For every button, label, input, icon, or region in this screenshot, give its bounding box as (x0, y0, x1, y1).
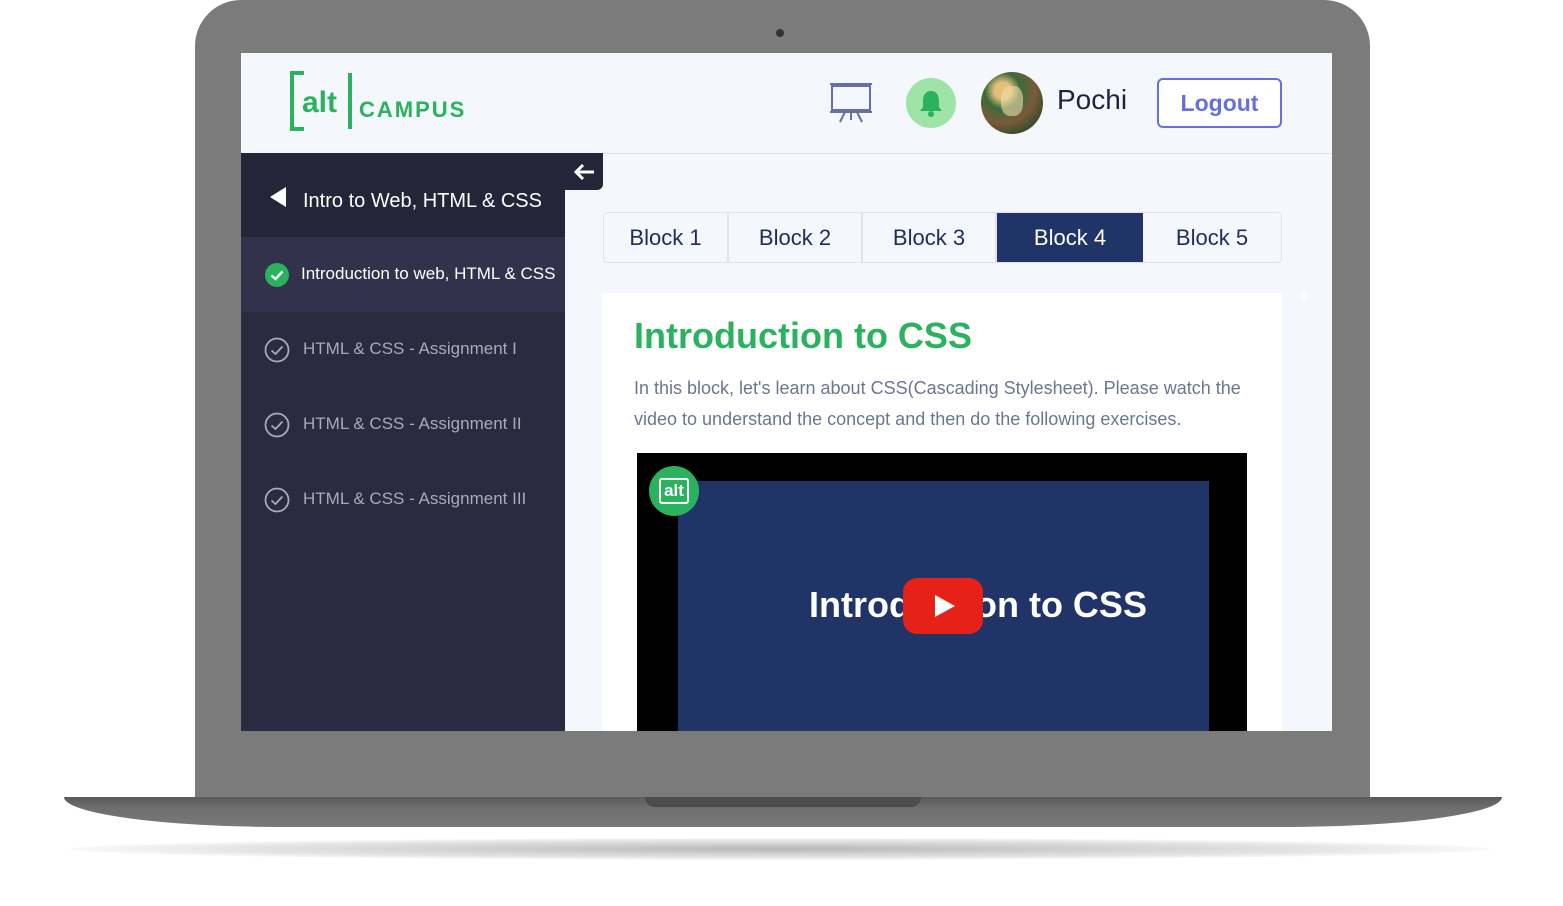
logout-button[interactable]: Logout (1157, 78, 1282, 128)
sidebar-item-assignment-2[interactable]: HTML & CSS - Assignment II (241, 387, 565, 462)
webcam (776, 29, 784, 37)
notifications-button[interactable] (906, 78, 956, 128)
arrow-left-icon (573, 163, 594, 180)
play-button[interactable] (903, 578, 983, 634)
sidebar-item-assignment-3[interactable]: HTML & CSS - Assignment III (241, 462, 565, 537)
laptop-shadow (70, 838, 1490, 860)
course-title: Intro to Web, HTML & CSS (303, 190, 542, 212)
back-arrow-icon[interactable] (270, 187, 286, 207)
content-card: Introduction to CSS In this block, let's… (603, 293, 1282, 731)
course-sidebar: Intro to Web, HTML & CSS Introduction to… (241, 153, 565, 731)
user-avatar[interactable] (981, 72, 1043, 134)
tab-block-3[interactable]: Block 3 (863, 213, 997, 262)
video-player[interactable]: Introduction to CSS alt (637, 453, 1247, 731)
tab-block-4[interactable]: Block 4 (997, 213, 1143, 262)
check-circle-icon (264, 487, 290, 518)
sidebar-item-label: HTML & CSS - Assignment I (303, 339, 517, 358)
tab-block-5[interactable]: Block 5 (1143, 213, 1281, 262)
sidebar-item-introduction[interactable]: Introduction to web, HTML & CSS (241, 237, 565, 312)
sidebar-item-label: Introduction to web, HTML & CSS (301, 264, 556, 283)
presentation-board-icon[interactable] (829, 82, 873, 129)
laptop-base-notch (645, 797, 921, 807)
completed-check-icon (264, 262, 290, 293)
block-description: In this block, let's learn about CSS(Cas… (634, 378, 1241, 429)
logo-campus-text: CAMPUS (359, 97, 467, 122)
bell-icon (920, 91, 942, 117)
block-title: Introduction to CSS (634, 315, 972, 356)
check-circle-icon (264, 412, 290, 443)
username: Pochi (1057, 84, 1128, 115)
check-circle-icon (264, 337, 290, 368)
collapse-sidebar-button[interactable] (565, 153, 603, 190)
tab-block-1[interactable]: Block 1 (604, 213, 729, 262)
decorative-dot (1301, 293, 1307, 299)
channel-logo-text: alt (659, 478, 689, 504)
sidebar-header[interactable]: Intro to Web, HTML & CSS (241, 153, 565, 237)
app-screen: alt CAMPUS Pochi Logout Intro to Web, HT… (241, 53, 1332, 731)
tab-block-2[interactable]: Block 2 (729, 213, 863, 262)
sidebar-item-assignment-1[interactable]: HTML & CSS - Assignment I (241, 312, 565, 387)
play-icon (935, 595, 955, 617)
logo-alt-text: alt (302, 86, 338, 119)
sidebar-item-label: HTML & CSS - Assignment II (303, 414, 522, 433)
block-tabs: Block 1 Block 2 Block 3 Block 4 Block 5 (603, 212, 1282, 263)
top-header: alt CAMPUS Pochi Logout (241, 53, 1332, 154)
channel-logo[interactable]: alt (649, 466, 699, 516)
sidebar-item-label: HTML & CSS - Assignment III (303, 489, 527, 508)
